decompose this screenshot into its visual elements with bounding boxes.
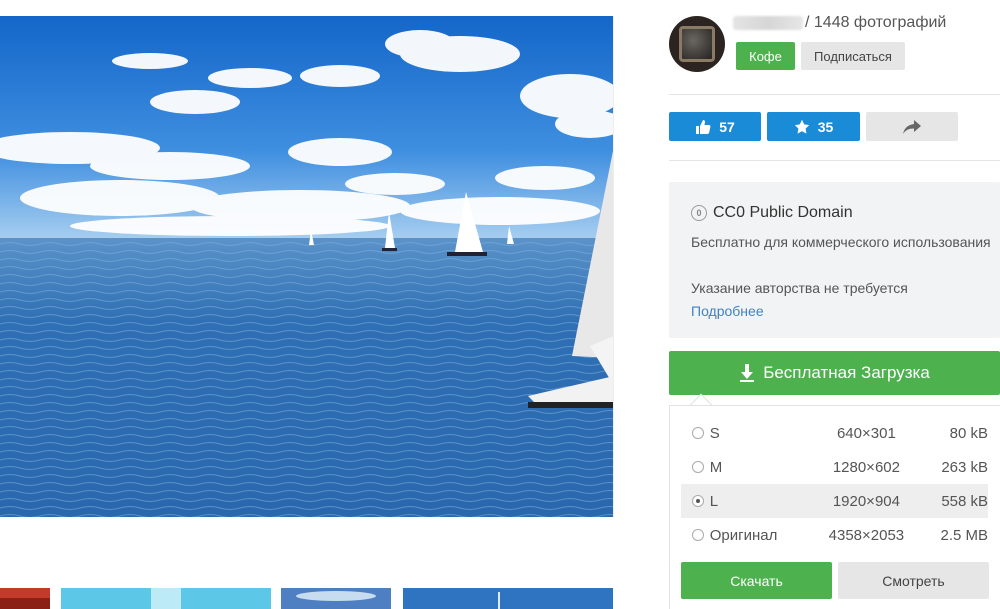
star-icon bbox=[794, 119, 809, 134]
share-button[interactable] bbox=[866, 112, 958, 141]
download-icon bbox=[740, 364, 755, 382]
divider bbox=[669, 94, 1000, 95]
license-box: 0 CC0 Public Domain Бесплатно для коммер… bbox=[669, 182, 1000, 338]
size-radio[interactable] bbox=[692, 461, 704, 473]
size-radio[interactable] bbox=[692, 529, 704, 541]
size-filesize: 558 kB bbox=[941, 492, 989, 510]
license-attribution-text: Указание авторства не требуется bbox=[691, 280, 908, 296]
thumbnail[interactable] bbox=[0, 588, 50, 609]
size-filesize: 80 kB bbox=[949, 424, 989, 442]
author-avatar[interactable] bbox=[669, 16, 725, 72]
author-block: / 1448 фотографий Кофе Подписаться bbox=[669, 14, 1000, 72]
size-option-s[interactable]: S 640×301 80 kB bbox=[681, 416, 988, 450]
size-label: S bbox=[709, 424, 720, 442]
thumbnail[interactable] bbox=[281, 588, 391, 609]
coffee-button[interactable]: Кофе bbox=[736, 42, 795, 70]
thumbnail-image bbox=[61, 588, 271, 609]
license-name: CC0 Public Domain bbox=[713, 204, 853, 221]
sea-sailboats-image bbox=[0, 16, 613, 517]
photo-sidebar: / 1448 фотографий Кофе Подписаться 57 35… bbox=[669, 0, 1000, 609]
size-option-l[interactable]: L 1920×904 558 kB bbox=[681, 484, 988, 518]
divider bbox=[669, 160, 1000, 161]
thumbnail[interactable] bbox=[403, 588, 613, 609]
size-dimensions: 4358×2053 bbox=[828, 526, 905, 544]
free-download-button[interactable]: Бесплатная Загрузка bbox=[669, 351, 1000, 395]
main-photo[interactable] bbox=[0, 16, 614, 517]
free-download-label: Бесплатная Загрузка bbox=[763, 363, 930, 382]
download-button[interactable]: Скачать bbox=[681, 562, 832, 599]
thumbnail-image bbox=[0, 588, 50, 609]
size-label: M bbox=[709, 458, 723, 476]
thumbnail[interactable] bbox=[61, 588, 271, 609]
size-radio[interactable] bbox=[692, 427, 704, 439]
size-filesize: 263 kB bbox=[941, 458, 989, 476]
author-name-blurred[interactable] bbox=[733, 16, 803, 30]
photo-count[interactable]: / 1448 фотографий bbox=[805, 14, 946, 32]
size-label: Оригинал bbox=[709, 526, 778, 544]
size-dimensions: 1280×602 bbox=[832, 458, 900, 476]
license-title: 0 CC0 Public Domain bbox=[691, 204, 853, 222]
like-button[interactable]: 57 bbox=[669, 112, 761, 141]
license-more-link[interactable]: Подробнее bbox=[691, 300, 991, 323]
share-arrow-icon bbox=[903, 119, 921, 134]
size-label: L bbox=[709, 492, 719, 510]
license-commercial-text: Бесплатно для коммерческого использовани… bbox=[691, 234, 991, 250]
thumbnail-image bbox=[403, 588, 613, 609]
size-filesize: 2.5 MB bbox=[940, 526, 989, 544]
thumbs-up-icon bbox=[696, 119, 711, 134]
favorites-count: 35 bbox=[817, 118, 834, 135]
size-option-m[interactable]: M 1280×602 263 kB bbox=[681, 450, 988, 484]
size-radio[interactable] bbox=[692, 495, 704, 507]
thumbnail-image bbox=[281, 588, 391, 609]
subscribe-button[interactable]: Подписаться bbox=[801, 42, 905, 70]
favorite-button[interactable]: 35 bbox=[767, 112, 860, 141]
likes-count: 57 bbox=[719, 118, 735, 135]
size-option-original[interactable]: Оригинал 4358×2053 2.5 MB bbox=[681, 518, 988, 552]
size-dimensions: 1920×904 bbox=[832, 492, 900, 510]
cc-zero-icon: 0 bbox=[691, 205, 707, 221]
view-button[interactable]: Смотреть bbox=[838, 562, 989, 599]
size-dimensions: 640×301 bbox=[836, 424, 896, 442]
